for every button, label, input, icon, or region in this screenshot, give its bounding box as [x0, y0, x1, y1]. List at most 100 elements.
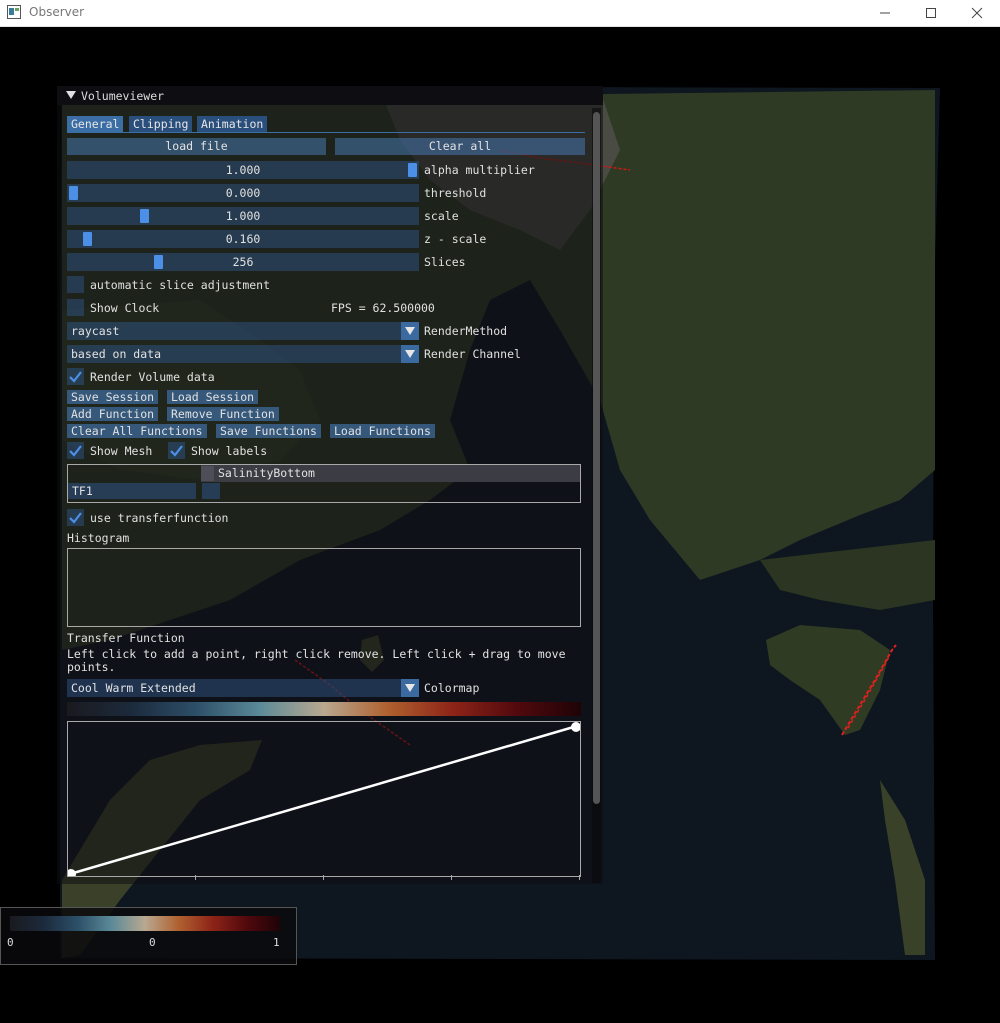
scale-label: scale — [424, 209, 459, 223]
tf-control-point[interactable] — [571, 722, 580, 732]
save-session-button[interactable]: Save Session — [67, 390, 159, 404]
scale-slider[interactable]: 1.000 — [67, 207, 419, 225]
fps-readout: FPS = 62.500000 — [331, 301, 435, 315]
scale-grab[interactable] — [140, 209, 150, 223]
maximize-button[interactable] — [908, 0, 954, 26]
colormap-value: Cool Warm Extended — [71, 681, 196, 695]
tf-tick — [323, 875, 324, 880]
load-file-button[interactable]: load file — [67, 138, 326, 155]
transfer-function-help: Left click to add a point, right click r… — [67, 647, 566, 674]
show-clock-label: Show Clock — [90, 301, 160, 315]
histogram-label: Histogram — [67, 531, 130, 545]
alpha-multiplier-slider[interactable]: 1.000 — [67, 161, 419, 179]
render-channel-label: Render Channel — [424, 347, 521, 361]
app-icon — [7, 5, 21, 19]
alpha-multiplier-value: 1.000 — [225, 163, 261, 177]
transfer-function-editor[interactable] — [67, 721, 581, 877]
checkmark-icon — [69, 512, 82, 524]
alpha-multiplier-grab[interactable] — [408, 163, 417, 177]
show-labels-checkbox[interactable] — [168, 442, 185, 459]
function-table: SalinityBottom TF1 — [67, 464, 581, 503]
legend-mid-label: 0 — [149, 936, 156, 949]
tab-clipping[interactable]: Clipping — [129, 116, 193, 132]
chevron-down-icon — [405, 327, 415, 335]
colormap-label: Colormap — [424, 681, 480, 695]
slices-label: Slices — [424, 255, 466, 269]
maximize-icon — [926, 8, 936, 18]
combo-arrow — [401, 345, 419, 363]
checkmark-icon — [69, 445, 82, 457]
histogram-plot[interactable] — [67, 548, 581, 627]
scale-value: 1.000 — [225, 209, 261, 223]
colormap-combo[interactable]: Cool Warm Extended — [67, 679, 419, 697]
minimize-button[interactable] — [862, 0, 908, 26]
close-icon — [971, 7, 983, 19]
combo-arrow — [401, 679, 419, 697]
slices-value: 256 — [232, 255, 254, 269]
tf-tick — [579, 875, 580, 880]
title-bar: Observer — [0, 0, 1000, 27]
threshold-value: 0.000 — [225, 186, 261, 200]
table-row[interactable]: TF1 — [68, 483, 196, 499]
combo-arrow — [401, 322, 419, 340]
tab-animation[interactable]: Animation — [197, 116, 268, 132]
automatic-slice-checkbox[interactable] — [67, 276, 84, 293]
table-header-label: SalinityBottom — [218, 466, 315, 480]
render-channel-combo[interactable]: based on data — [67, 345, 419, 363]
threshold-label: threshold — [424, 186, 487, 200]
render-method-combo[interactable]: raycast — [67, 322, 419, 340]
legend-min-label: 0 — [7, 936, 14, 949]
panel-title-bar[interactable]: Volumeviewer — [57, 86, 603, 105]
slices-grab[interactable] — [153, 255, 163, 269]
transfer-function-label: Transfer Function — [67, 631, 185, 645]
window-title: Observer — [29, 5, 85, 19]
z-scale-grab[interactable] — [82, 232, 92, 246]
volumeviewer-panel: Volumeviewer General Clipping Animation … — [57, 86, 603, 884]
show-mesh-label: Show Mesh — [90, 444, 153, 458]
transfer-function-curve[interactable] — [68, 722, 580, 876]
render-channel-value: based on data — [71, 347, 162, 361]
table-header: SalinityBottom — [201, 465, 580, 482]
panel-title: Volumeviewer — [81, 89, 165, 103]
load-session-button[interactable]: Load Session — [167, 390, 259, 404]
tf1-color-swatch[interactable] — [202, 483, 220, 499]
header-color-swatch[interactable] — [201, 466, 214, 481]
z-scale-label: z - scale — [424, 232, 487, 246]
tf-control-point[interactable] — [68, 869, 76, 876]
clear-all-functions-button[interactable]: Clear All Functions — [67, 424, 207, 438]
render-method-value: raycast — [71, 324, 120, 338]
colorbar-legend: 0 0 1 — [0, 907, 297, 965]
chevron-down-icon — [405, 684, 415, 692]
z-scale-slider[interactable]: 0.160 — [67, 230, 419, 248]
tab-underline — [67, 132, 585, 133]
show-clock-checkbox[interactable] — [67, 299, 84, 316]
show-labels-label: Show labels — [191, 444, 268, 458]
panel-scrollbar[interactable] — [592, 108, 601, 883]
slices-slider[interactable]: 256 — [67, 253, 419, 271]
z-scale-value: 0.160 — [225, 232, 261, 246]
legend-gradient — [10, 916, 280, 931]
tf-tick — [195, 875, 196, 880]
checkmark-icon — [170, 445, 183, 457]
threshold-grab[interactable] — [69, 186, 78, 200]
legend-max-label: 1 — [273, 936, 280, 949]
render-volume-checkbox[interactable] — [67, 368, 84, 385]
use-transferfunction-checkbox[interactable] — [67, 509, 84, 526]
close-button[interactable] — [954, 0, 1000, 26]
load-functions-button[interactable]: Load Functions — [330, 424, 435, 438]
automatic-slice-label: automatic slice adjustment — [90, 278, 271, 292]
collapse-triangle-icon[interactable] — [66, 90, 76, 100]
remove-function-button[interactable]: Remove Function — [167, 407, 279, 421]
tf-tick — [451, 875, 452, 880]
save-functions-button[interactable]: Save Functions — [216, 424, 321, 438]
threshold-slider[interactable]: 0.000 — [67, 184, 419, 202]
show-mesh-checkbox[interactable] — [67, 442, 84, 459]
use-transferfunction-label: use transferfunction — [90, 511, 229, 525]
clear-all-button[interactable]: Clear all — [335, 138, 585, 155]
render-volume-label: Render Volume data — [90, 370, 215, 384]
render-method-label: RenderMethod — [424, 324, 508, 338]
add-function-button[interactable]: Add Function — [67, 407, 159, 421]
tab-general[interactable]: General — [67, 116, 124, 132]
minimize-icon — [880, 12, 890, 14]
scrollbar-grab[interactable] — [593, 112, 600, 804]
